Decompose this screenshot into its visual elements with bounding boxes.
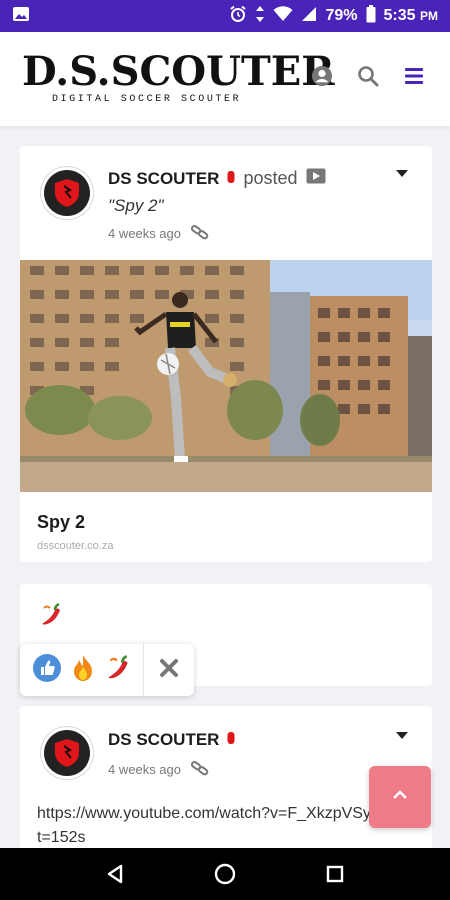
chili-pepper-icon[interactable] (38, 602, 64, 633)
close-reactions-button[interactable] (144, 644, 194, 696)
permalink-icon[interactable] (190, 760, 209, 779)
post-author[interactable]: DS SCOUTER (108, 730, 219, 750)
search-icon[interactable] (356, 64, 380, 88)
post-action: posted (243, 168, 298, 188)
post-quote: "Spy 2" (108, 196, 164, 215)
user-account-icon[interactable] (310, 64, 334, 88)
system-navigation-bar (0, 848, 450, 900)
recents-icon[interactable] (315, 854, 355, 894)
site-logo[interactable]: D.S.SCOUTER DIGITAL SOCCER SCOUTER (22, 48, 335, 122)
alarm-icon (229, 5, 247, 28)
scroll-to-top-button[interactable] (369, 766, 431, 828)
clock: 5:35 PM (383, 7, 438, 24)
activity-feed[interactable]: DS SCOUTER posted "Spy 2" 4 weeks ago Sp… (0, 126, 450, 848)
permalink-icon[interactable] (190, 224, 209, 243)
home-icon[interactable] (205, 854, 245, 894)
battery-icon (366, 4, 376, 28)
feed-post: DS SCOUTER posted "Spy 2" 4 weeks ago Sp… (20, 146, 432, 562)
verified-badge-icon (227, 169, 235, 189)
video-icon (306, 168, 326, 189)
post-body-link[interactable]: https://www.youtube.com/watch?v=F_XkzpVS… (37, 802, 397, 848)
logo-title: D.S.SCOUTER (22, 48, 335, 95)
post-timestamp[interactable]: 4 weeks ago (108, 762, 181, 777)
hamburger-menu-icon[interactable] (402, 64, 426, 88)
close-icon (159, 658, 179, 683)
post-author[interactable]: DS SCOUTER (108, 169, 219, 189)
avatar[interactable] (40, 726, 94, 780)
chevron-up-icon (392, 788, 408, 806)
post-options-dropdown[interactable] (396, 170, 408, 177)
reaction-picker (20, 644, 194, 696)
chili-pepper-icon[interactable] (104, 654, 132, 687)
back-icon[interactable] (95, 854, 135, 894)
app-header: D.S.SCOUTER DIGITAL SOCCER SCOUTER (0, 32, 450, 126)
verified-badge-icon (227, 730, 235, 750)
avatar[interactable] (40, 166, 94, 220)
post-options-dropdown[interactable] (396, 732, 408, 739)
battery-percent: 79% (325, 7, 358, 24)
fire-icon[interactable] (68, 653, 98, 688)
link-preview-title[interactable]: Spy 2 (37, 512, 85, 533)
logo-subtitle: DIGITAL SOCCER SCOUTER (52, 94, 242, 105)
post-timestamp[interactable]: 4 weeks ago (108, 226, 181, 241)
image-notification-icon (12, 6, 30, 27)
like-thumbs-up-icon[interactable] (32, 653, 62, 688)
video-thumbnail[interactable] (20, 260, 432, 492)
status-bar: 79% 5:35 PM (0, 0, 450, 32)
data-arrows-icon (255, 5, 265, 28)
signal-icon (301, 6, 317, 27)
wifi-icon (273, 5, 293, 27)
link-preview-domain[interactable]: dsscouter.co.za (37, 540, 113, 552)
